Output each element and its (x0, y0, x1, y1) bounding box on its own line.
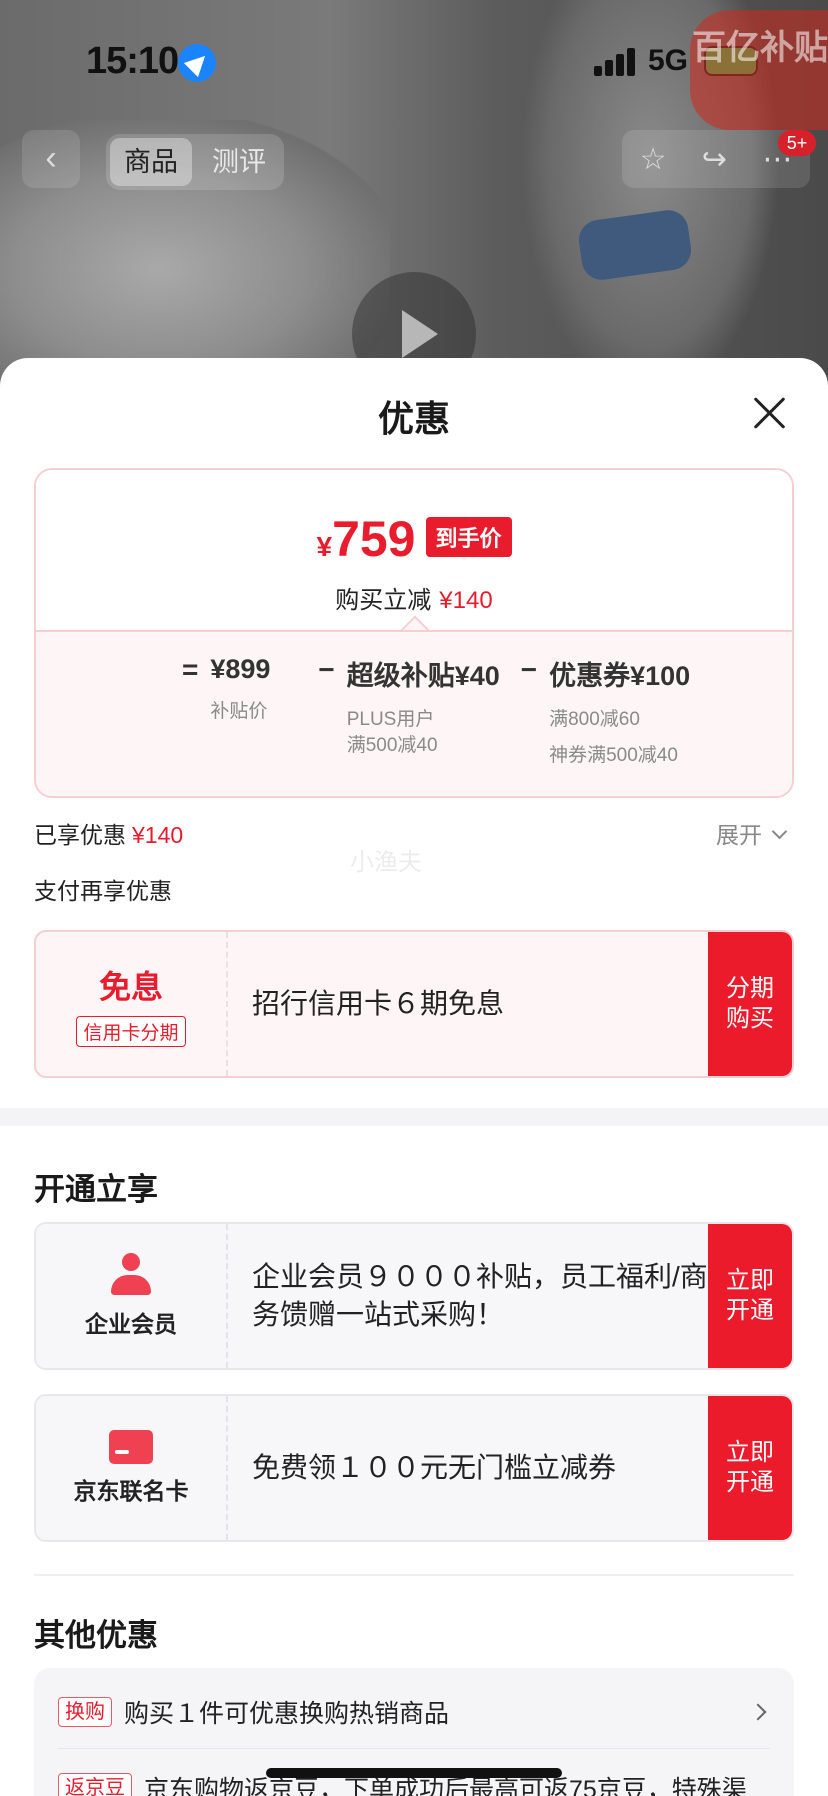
minus-sign: − (520, 654, 538, 685)
purchase-cut: 购买立减 ¥140 (36, 580, 792, 615)
chevron-down-icon (771, 823, 788, 840)
enjoyed-amount: ¥140 (132, 822, 184, 848)
enterprise-text: 企业会员９０００补贴，员工福利/商务馈赠一站式采购！ (252, 1261, 708, 1330)
cut-amount: ¥140 (439, 587, 493, 614)
price-card: ¥759 到手价 购买立减 ¥140 = ¥899 补贴价 − 超级补贴¥40 PL… (34, 468, 794, 798)
coupon-condition-1: 满800减60 (549, 709, 640, 730)
section-gap (0, 1108, 828, 1126)
subsidy-amount: 超级补贴¥40 (346, 661, 500, 691)
promo-badge[interactable]: 百亿补贴 (690, 10, 828, 130)
cut-label: 购买立减 (335, 587, 432, 614)
divider (34, 1574, 794, 1576)
currency-symbol: ¥ (316, 531, 333, 562)
subsidy-condition-1: PLUS用户 (346, 709, 435, 730)
offer-tag: 返京豆 (58, 1773, 132, 1796)
chevron-right-icon[interactable] (749, 1703, 767, 1721)
enterprise-open-button[interactable]: 立即开通 (708, 1224, 792, 1368)
status-time: 15:10 (86, 40, 179, 82)
offer-text: 购买１件可优惠换购热销商品 (124, 1700, 450, 1728)
base-price: ¥899 (210, 654, 271, 684)
person-icon (109, 1253, 153, 1297)
interest-free-label: 免息 (98, 968, 163, 1005)
enjoyed-label: 已享优惠 (34, 822, 126, 848)
cobrand-card-offer[interactable]: 京东联名卡 免费领１００元无门槛立减券 立即开通 (34, 1394, 794, 1542)
home-indicator (266, 1768, 562, 1778)
coupon-amount: 优惠券¥100 (549, 661, 691, 691)
credit-card-icon (109, 1430, 153, 1464)
open-section-title: 开通立享 (34, 1172, 158, 1207)
close-icon[interactable] (752, 396, 786, 430)
base-price-label: 补贴价 (210, 701, 268, 722)
product-tabs: 商品 测评 (106, 134, 284, 190)
final-price-value: 759 (332, 511, 416, 567)
minus-sign: − (318, 654, 335, 685)
row-divider (58, 1748, 770, 1749)
sheet-title: 优惠 (377, 398, 450, 439)
installment-buy-button[interactable]: 分期购买 (708, 932, 792, 1076)
price-formula: = ¥899 补贴价 − 超级补贴¥40 PLUS用户 满500减40 − 优惠… (170, 654, 690, 769)
star-icon[interactable]: ☆ (640, 142, 667, 177)
final-price: ¥759 到手价 (36, 510, 792, 568)
installment-text: 招行信用卡６期免息 (252, 988, 505, 1019)
share-icon[interactable]: ↪ (702, 142, 727, 177)
signal-icon (594, 48, 636, 76)
other-section-title: 其他优惠 (34, 1618, 158, 1653)
watermark: 小渔夫 (350, 849, 422, 876)
cobrand-text: 免费领１００元无门槛立减券 (252, 1452, 617, 1483)
final-price-tag: 到手价 (425, 517, 512, 557)
back-button[interactable]: ‹ (22, 130, 80, 188)
cobrand-open-button[interactable]: 立即开通 (708, 1396, 792, 1540)
equals-sign: = (182, 654, 199, 685)
enjoyed-discount: 已享优惠 ¥140 (34, 816, 183, 850)
pay-more-label: 支付再享优惠 (34, 878, 172, 904)
cobrand-label: 京东联名卡 (73, 1478, 189, 1504)
enterprise-label: 企业会员 (85, 1311, 177, 1337)
expand-label: 展开 (716, 822, 762, 848)
enterprise-offer[interactable]: 企业会员 企业会员９０００补贴，员工福利/商务馈赠一站式采购！ 立即开通 (34, 1222, 794, 1370)
installment-offer[interactable]: 免息 信用卡分期 招行信用卡６期免息 分期购买 (34, 930, 794, 1078)
offer-tag: 换购 (58, 1697, 112, 1727)
network-type: 5G (648, 44, 689, 77)
discount-sheet: 优惠 ¥759 到手价 购买立减 ¥140 = ¥899 补贴价 − 超级补贴¥40 (0, 358, 828, 1796)
subsidy-condition-2: 满500减40 (346, 735, 438, 756)
expand-button[interactable]: 展开 (716, 816, 788, 850)
coupon-condition-2: 神券满500减40 (549, 745, 678, 766)
tab-review[interactable]: 测评 (198, 138, 280, 186)
credit-card-installment-tag: 信用卡分期 (76, 1015, 186, 1047)
list-item[interactable]: 换购 购买１件可优惠换购热销商品 (58, 1692, 449, 1732)
cart-count-badge: 5+ (778, 130, 816, 156)
location-icon (178, 44, 216, 82)
tab-product[interactable]: 商品 (110, 138, 192, 186)
